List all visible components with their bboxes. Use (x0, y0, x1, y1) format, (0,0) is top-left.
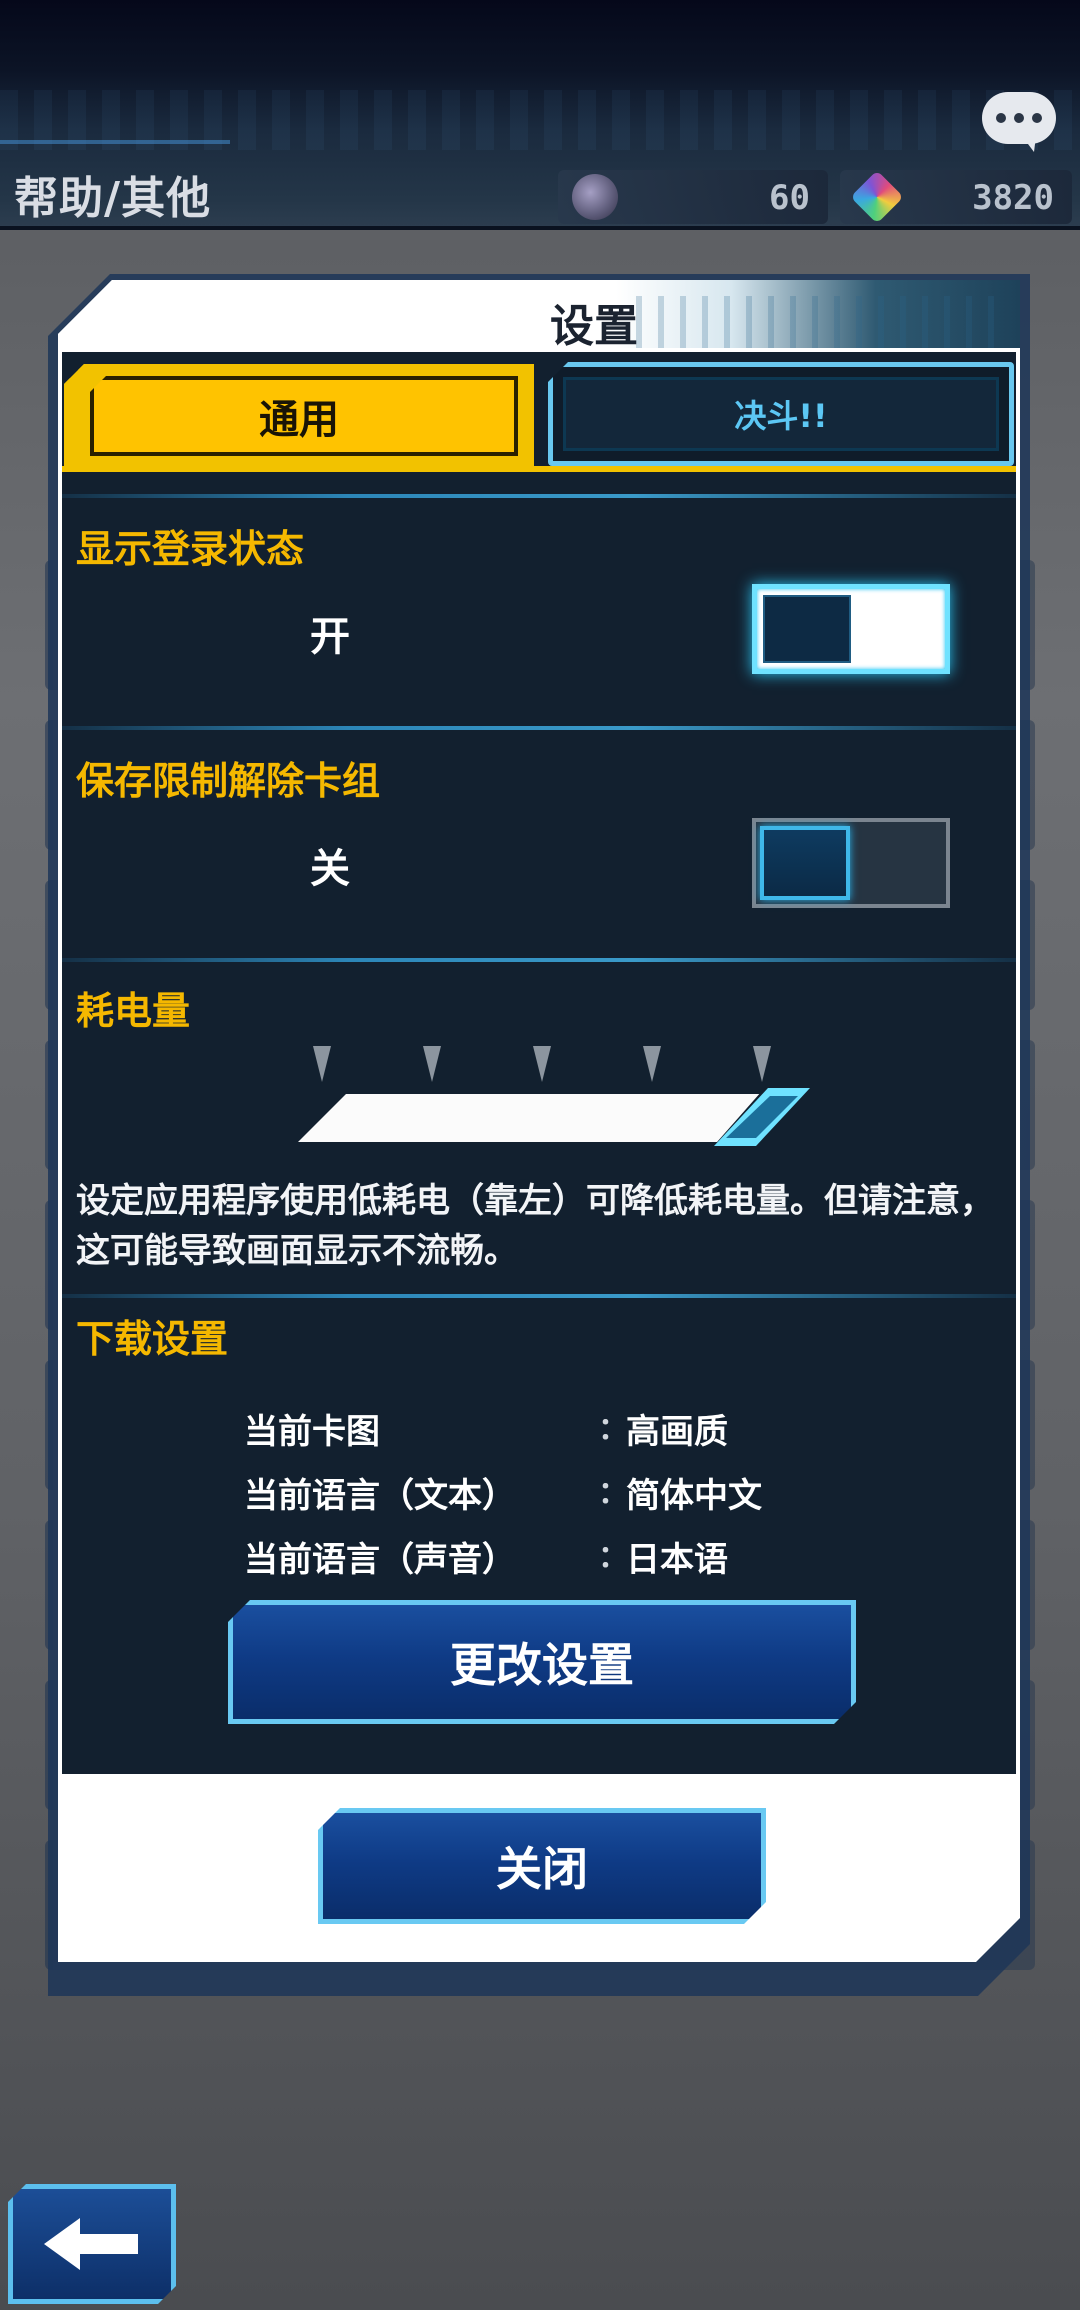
header-accent-line (0, 140, 230, 144)
section-divider (62, 494, 1016, 498)
info-key: 当前语言（文本） (244, 1476, 516, 1516)
info-value: 高画质 (626, 1412, 728, 1452)
orb-icon (572, 174, 618, 220)
power-note: 设定应用程序使用低耗电（靠左）可降低耗电量。但请注意，这可能导致画面显示不流畅。 (76, 1181, 994, 1271)
orb-counter: 60 (558, 170, 828, 224)
orb-count: 60 (769, 178, 810, 218)
section-divider (62, 958, 1016, 962)
section-divider (62, 1294, 1016, 1298)
login-status-state: 开 (310, 614, 350, 660)
save-deck-toggle[interactable] (752, 818, 950, 908)
dialog-title: 设置 (550, 301, 638, 352)
slider-tick (753, 1046, 771, 1082)
slider-tick (643, 1046, 661, 1082)
save-deck-state: 关 (310, 846, 350, 892)
toggle-knob (760, 826, 850, 900)
tab-duel-label: 决斗!! (734, 397, 828, 435)
tab-general[interactable]: 通用 (64, 364, 534, 468)
back-button[interactable] (8, 2184, 176, 2304)
page-title: 帮助/其他 (14, 173, 212, 224)
info-row-text-language: 当前语言（文本） ： 简体中文 (244, 1468, 924, 1518)
info-value: 简体中文 (626, 1476, 762, 1516)
toggle-knob (763, 595, 851, 663)
tab-duel[interactable]: 决斗!! (548, 362, 1014, 466)
chat-button[interactable] (982, 92, 1056, 152)
power-title: 耗电量 (76, 989, 191, 1033)
section-divider (62, 726, 1016, 730)
info-key: 当前语言（声音） (244, 1540, 516, 1580)
arrow-left-icon (42, 2214, 142, 2274)
gem-counter: 3820 (840, 170, 1072, 224)
slider-tick (423, 1046, 441, 1082)
info-colon: ： (598, 1412, 628, 1447)
info-row-voice-language: 当前语言（声音） ： 日本语 (244, 1532, 924, 1582)
slider-tick (313, 1046, 331, 1082)
login-status-toggle[interactable] (752, 584, 950, 674)
slider-tick (533, 1046, 551, 1082)
save-deck-title: 保存限制解除卡组 (76, 759, 381, 803)
gem-icon (850, 170, 904, 224)
info-row-card-image: 当前卡图 ： 高画质 (244, 1404, 924, 1454)
speech-bubble-dot (1032, 113, 1042, 123)
gem-count: 3820 (972, 178, 1054, 218)
info-key: 当前卡图 (244, 1412, 380, 1452)
info-value: 日本语 (626, 1540, 728, 1580)
login-status-title: 显示登录状态 (76, 527, 305, 571)
close-button[interactable]: 关闭 (318, 1808, 766, 1924)
change-settings-button[interactable]: 更改设置 (228, 1600, 856, 1724)
speech-bubble-icon (996, 113, 1006, 123)
speech-bubble-dot (1014, 113, 1024, 123)
info-colon: ： (598, 1476, 628, 1511)
power-slider-track[interactable] (298, 1094, 780, 1142)
info-colon: ： (598, 1540, 628, 1575)
tab-general-label: 通用 (259, 397, 339, 443)
download-title: 下载设置 (76, 1317, 229, 1361)
